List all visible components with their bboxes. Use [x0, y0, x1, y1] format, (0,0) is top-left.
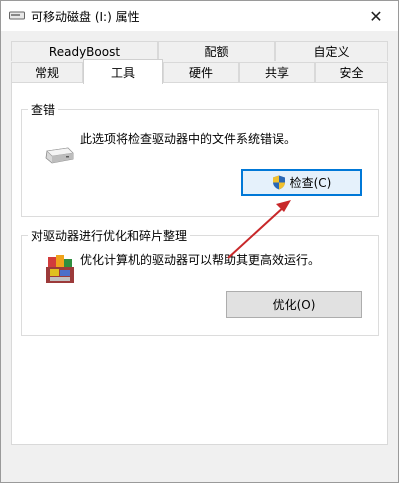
- title-bar: 可移动磁盘 (I:) 属性 ✕: [1, 1, 398, 31]
- drive-icon: [45, 147, 74, 164]
- tab-sharing[interactable]: 共享: [239, 62, 315, 82]
- defrag-icon: [46, 255, 74, 283]
- uac-shield-icon: [272, 175, 285, 190]
- tab-security[interactable]: 安全: [315, 62, 388, 82]
- check-button[interactable]: 检查(C): [241, 169, 362, 196]
- close-button[interactable]: ✕: [354, 1, 398, 31]
- optimize-button-label: 优化(O): [272, 298, 316, 312]
- tab-quota[interactable]: 配额: [158, 41, 275, 61]
- removable-drive-icon: [9, 11, 25, 20]
- window-title: 可移动磁盘 (I:) 属性: [31, 10, 140, 24]
- tab-hardware[interactable]: 硬件: [163, 62, 239, 82]
- tab-tools[interactable]: 工具: [83, 59, 163, 84]
- check-button-label: 检查(C): [289, 176, 332, 190]
- tab-customize[interactable]: 自定义: [275, 41, 388, 61]
- error-check-title: 查错: [28, 101, 59, 118]
- tools-tab-panel: 查错 此选项将检查驱动器中的文件系统错误。 检查(C) 对驱动器进行优化和碎片整…: [11, 82, 388, 445]
- tab-readyboost[interactable]: ReadyBoost: [11, 41, 158, 61]
- tab-row-top: ReadyBoost 配额 自定义: [11, 41, 388, 62]
- optimize-button[interactable]: 优化(O): [226, 291, 362, 318]
- tab-general[interactable]: 常规: [11, 62, 83, 82]
- optimize-title: 对驱动器进行优化和碎片整理: [28, 227, 191, 244]
- optimize-description: 优化计算机的驱动器可以帮助其更高效运行。: [80, 253, 321, 267]
- error-check-group: 查错: [21, 101, 379, 217]
- error-check-description: 此选项将检查驱动器中的文件系统错误。: [80, 132, 297, 146]
- properties-window: 可移动磁盘 (I:) 属性 ✕ ReadyBoost 配额 自定义 常规 工具 …: [0, 0, 399, 483]
- tab-row-bottom: 常规 工具 硬件 共享 安全: [11, 59, 388, 84]
- close-icon: ✕: [369, 6, 383, 26]
